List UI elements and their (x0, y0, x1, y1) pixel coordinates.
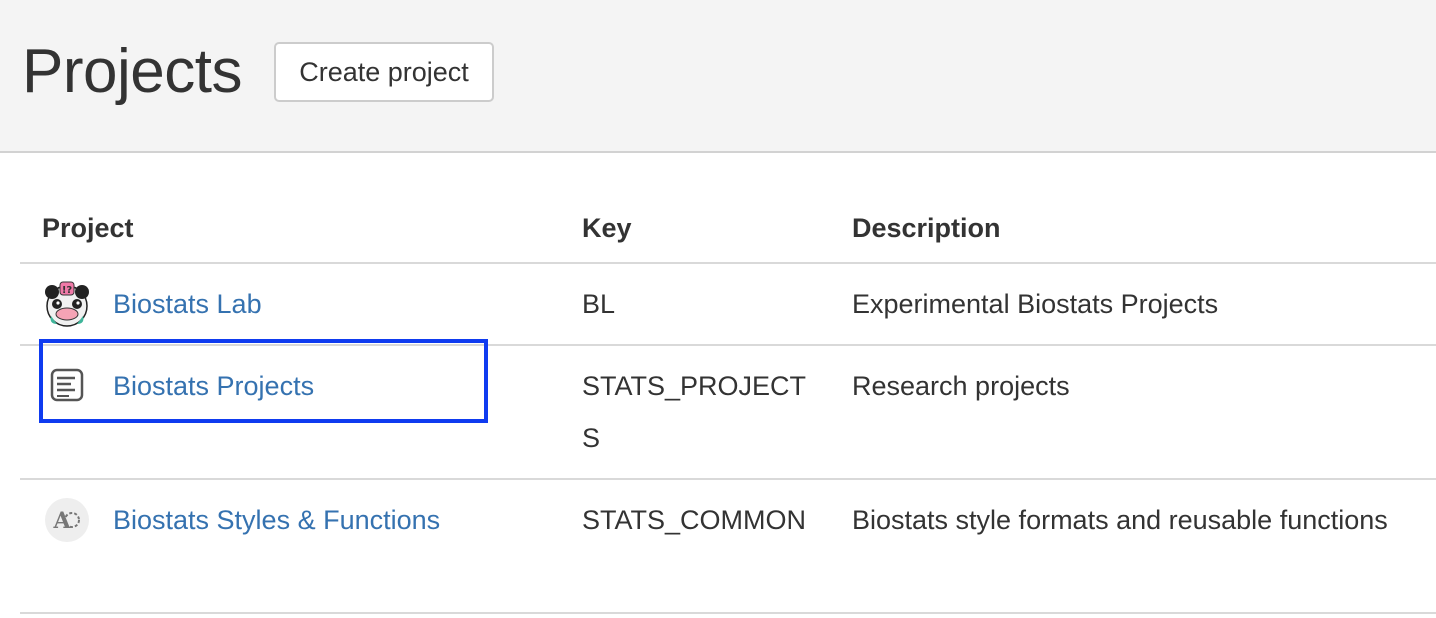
project-key: BL (582, 289, 616, 319)
document-lines-icon (50, 368, 84, 402)
project-link-biostats-styles-functions[interactable]: Biostats Styles & Functions (113, 503, 440, 537)
row-divider (20, 612, 1436, 614)
page-header: Projects Create project (0, 0, 1436, 153)
project-description: Research projects (852, 371, 1070, 401)
row-divider (20, 478, 1436, 480)
project-description: Experimental Biostats Projects (852, 289, 1219, 319)
column-header-project: Project (42, 213, 134, 243)
header-divider (20, 262, 1436, 264)
page-title: Projects (22, 37, 242, 106)
column-header-key: Key (582, 213, 632, 243)
project-description: Biostats style formats and reusable func… (852, 505, 1388, 535)
cartoon-creature-avatar-icon: !? (45, 281, 89, 327)
column-header-description: Description (852, 213, 1001, 243)
project-link-biostats-lab[interactable]: Biostats Lab (113, 287, 262, 321)
row-divider (20, 344, 1436, 346)
project-key: STATS_COMMON (582, 505, 807, 535)
svg-text:!?: !? (62, 285, 73, 296)
project-link-biostats-projects[interactable]: Biostats Projects (113, 369, 314, 403)
letter-a-gear-icon: A (45, 498, 89, 542)
project-key: STATS_PROJECTS (582, 371, 807, 453)
svg-text:A: A (52, 508, 71, 534)
create-project-button[interactable]: Create project (274, 42, 494, 102)
